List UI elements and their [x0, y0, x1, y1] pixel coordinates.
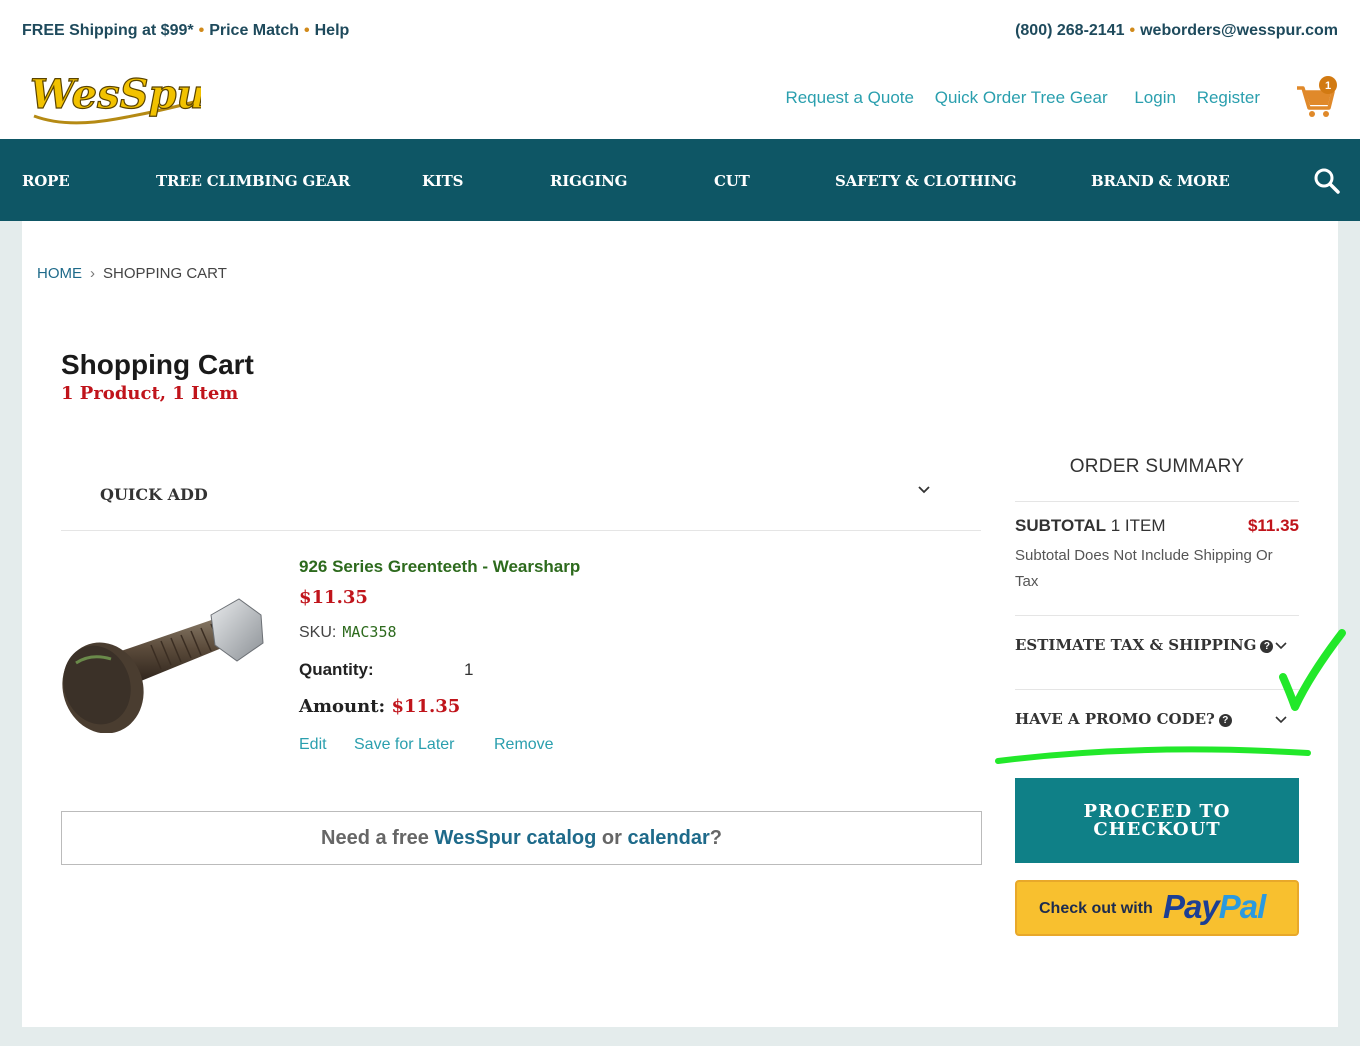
shopping-cart-icon[interactable]: 1 — [1295, 76, 1341, 120]
question-circle-icon[interactable]: ? — [1260, 640, 1274, 653]
edit-link[interactable]: Edit — [299, 736, 327, 754]
line-amount-value: $11.35 — [391, 696, 461, 717]
account-links: Request a Quote Quick Order Tree Gear Lo… — [769, 88, 1260, 108]
nav-brand-more[interactable]: BRAND & MORE — [1091, 172, 1230, 190]
proceed-to-checkout-button[interactable]: PROCEED TO CHECKOUT — [1015, 778, 1299, 863]
catalog-request-banner: Need a free WesSpur catalog or calendar? — [61, 811, 982, 865]
cart-count-badge: 1 — [1325, 80, 1331, 92]
promo-code-toggle[interactable]: HAVE A PROMO CODE?? — [1015, 710, 1232, 728]
line-amount: Amount: $11.35 — [299, 696, 461, 717]
page-title: Shopping Cart — [61, 349, 254, 380]
quantity-value[interactable]: 1 — [464, 660, 473, 680]
free-shipping-link[interactable]: FREE Shipping at $99* — [22, 22, 194, 39]
quick-add-label: QUICK ADD — [100, 485, 208, 504]
product-image[interactable] — [61, 593, 266, 733]
nav-kits[interactable]: KITS — [422, 172, 463, 190]
request-quote-link[interactable]: Request a Quote — [785, 88, 914, 107]
chevron-down-icon — [918, 486, 930, 494]
main-nav: ROPE TREE CLIMBING GEAR KITS RIGGING CUT… — [0, 141, 1360, 221]
product-price: $11.35 — [299, 587, 368, 608]
catalog-link[interactable]: WesSpur catalog — [434, 827, 596, 849]
paypal-checkout-button[interactable]: Check out with PayPal — [1015, 880, 1299, 936]
breadcrumb-current: SHOPPING CART — [103, 265, 227, 282]
nav-cut[interactable]: CUT — [714, 172, 750, 190]
product-name-link[interactable]: 926 Series Greenteeth - Wearsharp — [299, 557, 580, 577]
nav-safety-clothing[interactable]: SAFETY & CLOTHING — [835, 172, 1017, 190]
divider — [1015, 615, 1299, 616]
quick-order-link[interactable]: Quick Order Tree Gear — [935, 88, 1108, 107]
email-link[interactable]: weborders@wesspur.com — [1140, 22, 1338, 39]
nav-rope[interactable]: ROPE — [22, 172, 70, 190]
price-match-link[interactable]: Price Match — [209, 22, 299, 39]
save-for-later-link[interactable]: Save for Later — [354, 736, 455, 754]
paypal-logo: PayPal — [1163, 888, 1266, 925]
calendar-link[interactable]: calendar — [627, 827, 709, 849]
breadcrumb-home[interactable]: HOME — [37, 265, 82, 282]
quick-add-toggle[interactable]: QUICK ADD — [61, 453, 981, 531]
nav-tree-climbing-gear[interactable]: TREE CLIMBING GEAR — [156, 172, 350, 190]
order-summary-title: ORDER SUMMARY — [1069, 456, 1245, 477]
cart-count-summary: 1 Product, 1 Item — [61, 383, 239, 404]
sku-value: MAC358 — [342, 623, 397, 641]
subtotal-label: SUBTOTAL 1 ITEM — [1015, 516, 1166, 535]
subtotal-note: Subtotal Does Not Include Shipping Or Ta… — [1015, 547, 1273, 590]
login-link[interactable]: Login — [1134, 88, 1176, 107]
remove-link[interactable]: Remove — [494, 736, 554, 754]
search-icon[interactable] — [1313, 167, 1341, 195]
svg-text:WesSpur: WesSpur — [30, 71, 201, 118]
divider — [1015, 689, 1299, 690]
subtotal-count: 1 ITEM — [1110, 516, 1166, 535]
phone-link[interactable]: (800) 268-2141 — [1015, 22, 1124, 39]
subtotal-value: $11.35 — [1247, 516, 1299, 535]
product-sku: SKU: MAC358 — [299, 623, 397, 641]
chevron-down-icon — [1275, 716, 1287, 724]
register-link[interactable]: Register — [1197, 88, 1260, 107]
utility-bar: FREE Shipping at $99* • Price Match • Help (… — [0, 0, 1360, 62]
wesspur-logo[interactable]: WesSpur — [26, 64, 201, 134]
help-link[interactable]: Help — [315, 22, 350, 39]
contact-info: (800) 268-2141 • weborders@wesspur.com — [1015, 22, 1338, 39]
breadcrumb: HOME › SHOPPING CART — [37, 265, 227, 282]
estimate-tax-shipping-toggle[interactable]: ESTIMATE TAX & SHIPPING? — [1015, 636, 1274, 654]
utility-links: FREE Shipping at $99* • Price Match • Help — [22, 22, 350, 39]
quantity-label: Quantity: — [299, 660, 374, 679]
divider — [1015, 501, 1299, 502]
question-circle-icon[interactable]: ? — [1218, 714, 1232, 727]
breadcrumb-separator: › — [90, 265, 95, 282]
chevron-down-icon — [1275, 642, 1287, 650]
site-header: WesSpur Request a Quote Quick Order Tree… — [0, 62, 1360, 141]
main-content: HOME › SHOPPING CART Shopping Cart 1 Produ… — [22, 221, 1338, 1027]
nav-rigging[interactable]: RIGGING — [550, 172, 627, 190]
